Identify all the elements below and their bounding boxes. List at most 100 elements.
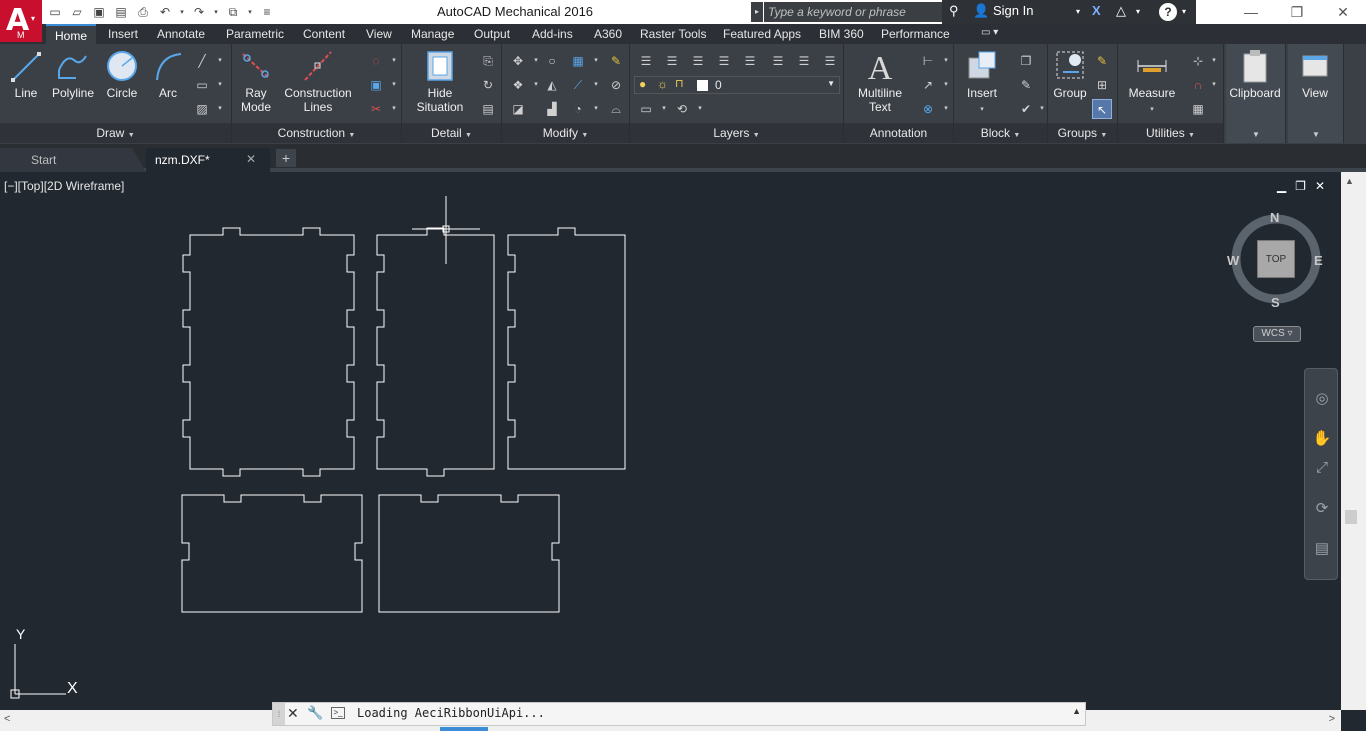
- new-tab-button[interactable]: +: [276, 149, 296, 167]
- tab-raster-tools[interactable]: Raster Tools: [640, 27, 706, 41]
- layer-translator-icon[interactable]: ⟲: [674, 101, 690, 117]
- tab-parametric[interactable]: Parametric: [226, 27, 284, 41]
- binoculars-icon[interactable]: ⚲: [949, 3, 959, 19]
- arc-button[interactable]: Arc: [150, 48, 186, 100]
- dimension-icon[interactable]: ⊢: [920, 53, 936, 69]
- group-button[interactable]: Group: [1050, 48, 1090, 100]
- a360-icon[interactable]: △: [1116, 3, 1126, 19]
- layer-freeze-icon[interactable]: ☰: [716, 53, 732, 69]
- chevron-down-icon[interactable]: ▾: [938, 77, 954, 93]
- close-icon[interactable]: ✕: [287, 705, 299, 722]
- tab-start[interactable]: Start: [0, 148, 146, 172]
- panel-view[interactable]: View ▼: [1288, 44, 1344, 143]
- scale-icon[interactable]: ▟: [544, 101, 560, 117]
- command-line-text[interactable]: Loading AeciRibbonUiApi...: [357, 706, 545, 720]
- construction-lines-button[interactable]: Construction Lines: [282, 48, 354, 114]
- tab-view[interactable]: View: [366, 27, 392, 41]
- compass-west[interactable]: W: [1227, 253, 1239, 268]
- showmotion-icon[interactable]: ▤: [1312, 539, 1332, 559]
- layer-isolate-icon[interactable]: ☰: [690, 53, 706, 69]
- multiline-text-button[interactable]: A Multiline Text: [850, 48, 910, 114]
- layer-properties-icon[interactable]: ☰: [638, 53, 654, 69]
- array-icon[interactable]: ▦: [570, 53, 586, 69]
- chevron-down-icon[interactable]: ▾: [528, 77, 544, 93]
- fillet-icon[interactable]: ◔: [570, 101, 586, 117]
- chevron-down-icon[interactable]: ▾: [386, 53, 402, 69]
- layer-previous-icon[interactable]: ☰: [822, 53, 838, 69]
- ray-mode-button[interactable]: Ray Mode: [236, 48, 276, 114]
- chevron-down-icon[interactable]: ▾: [1076, 7, 1080, 16]
- chevron-down-icon[interactable]: ▾: [656, 101, 672, 117]
- wcs-dropdown[interactable]: WCS ▿: [1253, 326, 1301, 342]
- steering-wheel-icon[interactable]: ◎: [1312, 389, 1332, 409]
- panel-draw-title[interactable]: Draw ▼: [0, 123, 231, 143]
- help-icon[interactable]: ?: [1159, 3, 1177, 21]
- tab-featured-apps[interactable]: Featured Apps: [723, 27, 801, 41]
- tab-current-file[interactable]: nzm.DXF* ✕: [146, 148, 270, 172]
- tab-performance[interactable]: Performance: [881, 27, 950, 41]
- hatch-icon[interactable]: ▨: [194, 101, 210, 117]
- panel-construction-title[interactable]: Construction ▼: [232, 123, 401, 143]
- chevron-down-icon[interactable]: ▾: [212, 77, 228, 93]
- chevron-down-icon[interactable]: ▾: [1136, 7, 1140, 16]
- detail-text-icon[interactable]: ⎘: [480, 53, 496, 69]
- tab-annotate[interactable]: Annotate: [157, 27, 205, 41]
- tab-add-ins[interactable]: Add-ins: [532, 27, 573, 41]
- chevron-down-icon[interactable]: ▾: [692, 101, 708, 117]
- view-button[interactable]: View: [1288, 48, 1342, 100]
- layer-dropdown[interactable]: ● ☼ ⊓ 0 ▼: [634, 76, 840, 94]
- hide-situation-button[interactable]: Hide Situation: [412, 48, 468, 114]
- polyline-button[interactable]: Polyline: [48, 48, 98, 100]
- command-line[interactable]: ⁞ ✕ 🔧 >_ Loading AeciRibbonUiApi... ▲: [272, 702, 1086, 726]
- drawing-viewport[interactable]: [−][Top][2D Wireframe] ▁ ❐ ✕: [0, 172, 1341, 710]
- chevron-down-icon[interactable]: ▾: [212, 101, 228, 117]
- drawing-panel-bottom-right[interactable]: [378, 494, 560, 613]
- rectangle-icon[interactable]: ▭: [194, 77, 210, 93]
- create-block-icon[interactable]: ❐: [1018, 53, 1034, 69]
- vertical-scrollbar[interactable]: ▲: [1341, 172, 1366, 710]
- minimize-icon[interactable]: ▁: [1277, 179, 1286, 193]
- viewcube-top-face[interactable]: TOP: [1257, 240, 1295, 278]
- panel-annotation-title[interactable]: Annotation: [844, 123, 953, 143]
- panel-detail-title[interactable]: Detail ▼: [402, 123, 501, 143]
- chevron-down-icon[interactable]: ▾: [588, 101, 604, 117]
- panel-groups-title[interactable]: Groups ▼: [1048, 123, 1117, 143]
- group-selection-icon[interactable]: ↖: [1092, 99, 1112, 119]
- chevron-down-icon[interactable]: ▾: [588, 77, 604, 93]
- chevron-down-icon[interactable]: ▾: [528, 53, 544, 69]
- stretch-icon[interactable]: ◪: [510, 101, 526, 117]
- panel-clipboard[interactable]: Clipboard ▼: [1226, 44, 1286, 143]
- offset-icon[interactable]: ⌓: [608, 101, 624, 117]
- tab-bim360[interactable]: BIM 360: [819, 27, 864, 41]
- clipboard-button[interactable]: Clipboard: [1226, 48, 1284, 100]
- orbit-icon[interactable]: ⟳: [1312, 499, 1332, 519]
- panel-block-title[interactable]: Block ▼: [954, 123, 1047, 143]
- edit-attributes-icon[interactable]: ✔: [1018, 101, 1034, 117]
- chevron-up-icon[interactable]: ▲: [1072, 706, 1081, 716]
- chevron-down-icon[interactable]: ▾: [1206, 53, 1222, 69]
- drawing-panel-right[interactable]: [507, 227, 626, 470]
- leader-icon[interactable]: ↗: [920, 77, 936, 93]
- insert-block-button[interactable]: Insert ▾: [960, 48, 1004, 117]
- measure-button[interactable]: Measure ▾: [1124, 48, 1180, 117]
- circle-button[interactable]: Circle: [102, 48, 142, 100]
- scroll-thumb[interactable]: [440, 727, 488, 731]
- group-edit-icon[interactable]: ⊞: [1094, 77, 1110, 93]
- snap-icon[interactable]: ∩: [1190, 77, 1206, 93]
- line-button[interactable]: Line: [6, 48, 46, 100]
- calculator-icon[interactable]: ▦: [1190, 101, 1206, 117]
- application-menu-button[interactable]: A M ▾: [0, 0, 42, 42]
- trim-icon[interactable]: ✎: [608, 53, 624, 69]
- construction-box-icon[interactable]: ▣: [368, 77, 384, 93]
- drag-handle-icon[interactable]: ⁞: [273, 703, 285, 725]
- restore-icon[interactable]: ❐: [1295, 179, 1306, 193]
- viewport-controls-label[interactable]: [−][Top][2D Wireframe]: [4, 179, 124, 193]
- chevron-down-icon[interactable]: ▾: [938, 53, 954, 69]
- line-small-icon[interactable]: ╱: [194, 53, 210, 69]
- layer-off-icon[interactable]: ☰: [742, 53, 758, 69]
- chevron-down-icon[interactable]: ▾: [386, 77, 402, 93]
- tab-insert[interactable]: Insert: [108, 27, 138, 41]
- drawing-panel-middle[interactable]: [376, 227, 495, 477]
- mirror-icon[interactable]: ◭: [544, 77, 560, 93]
- move-icon[interactable]: ✥: [510, 53, 526, 69]
